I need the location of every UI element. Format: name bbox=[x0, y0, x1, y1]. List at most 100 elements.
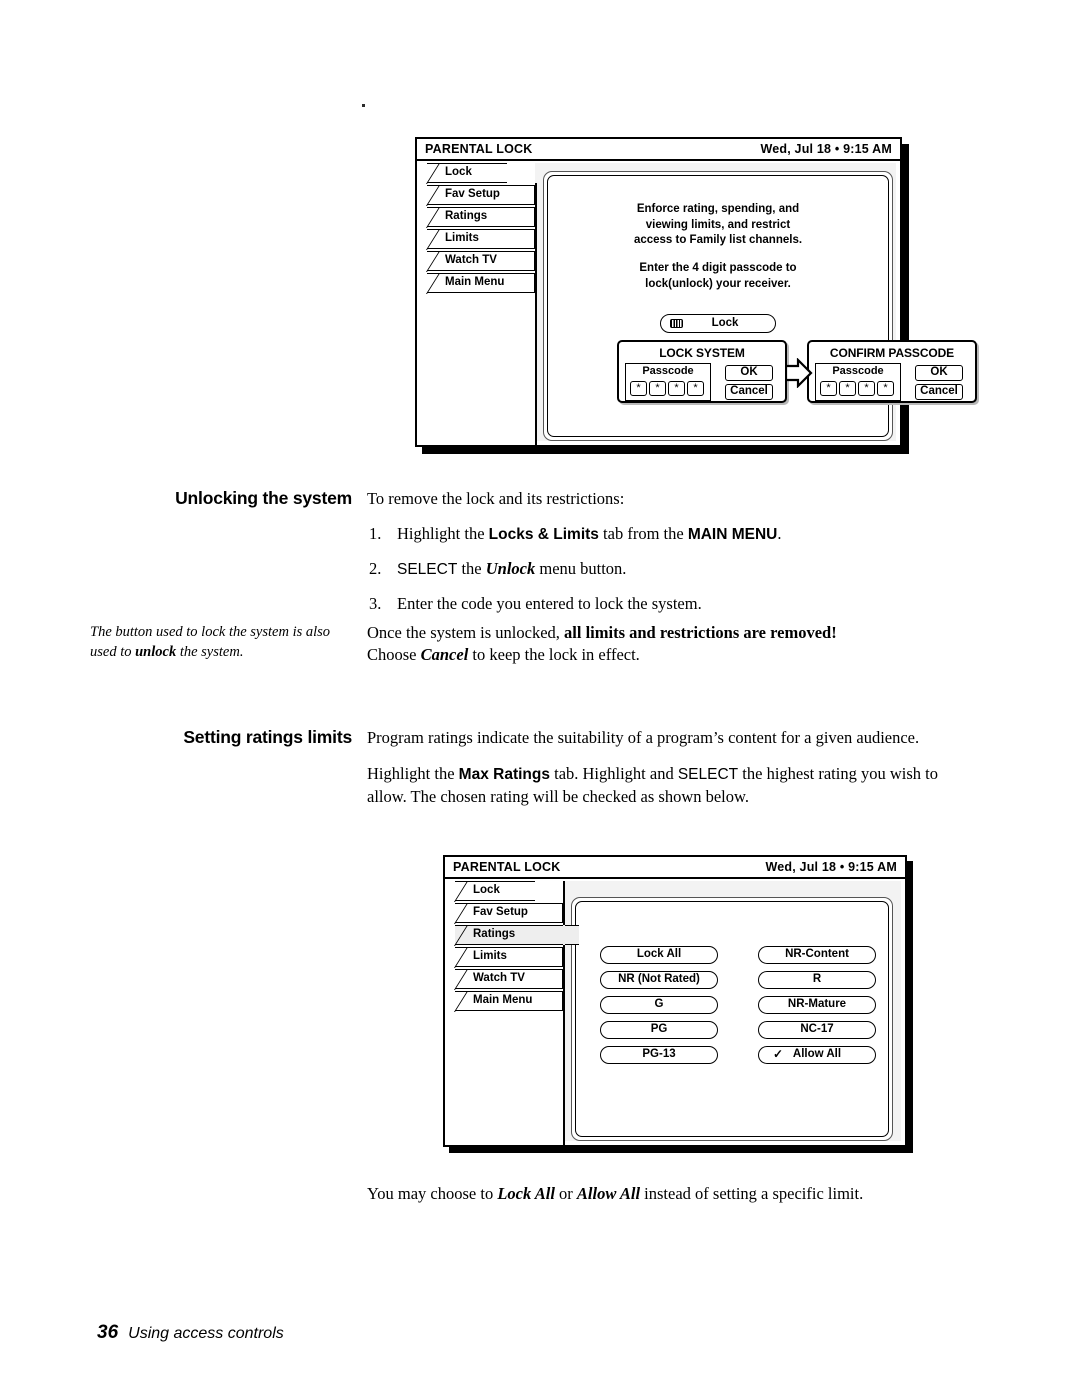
step-text-post: menu button. bbox=[535, 559, 627, 578]
dialog-title: LOCK SYSTEM bbox=[659, 346, 745, 360]
closing-pre: You may choose to bbox=[367, 1184, 498, 1203]
ratings-select-keyword: SELECT bbox=[677, 766, 739, 783]
rating-button-pg-13[interactable]: PG-13 bbox=[600, 1046, 718, 1064]
tv-titlebar: PARENTAL LOCK Wed, Jul 18 • 9:15 AM bbox=[417, 139, 900, 161]
rating-button-nr-mature[interactable]: NR-Mature bbox=[758, 996, 876, 1014]
flow-arrow-icon bbox=[785, 358, 813, 388]
ratings-closing-paragraph: You may choose to Lock All or Allow All … bbox=[367, 1183, 967, 1205]
tab-main-menu[interactable]: Main Menu bbox=[427, 273, 535, 293]
step-number: 3. bbox=[369, 594, 382, 613]
tab-limits[interactable]: Limits bbox=[427, 229, 535, 249]
ok-button[interactable]: OK bbox=[915, 365, 963, 381]
unlock-intro-text: To remove the lock and its restrictions: bbox=[367, 489, 625, 508]
step-text-mid: tab from the bbox=[598, 524, 688, 543]
ratings-row: PG-13 Allow All bbox=[600, 1046, 876, 1064]
tab-lock[interactable]: Lock bbox=[455, 881, 535, 901]
tv-screen-frame: PARENTAL LOCK Wed, Jul 18 • 9:15 AM Lock… bbox=[415, 137, 979, 447]
info-line: access to Family list channels. bbox=[633, 234, 803, 246]
closing-pre: Once the system is unlocked, bbox=[367, 623, 565, 642]
passcode-digit[interactable]: * bbox=[877, 381, 894, 396]
closing-post: instead of setting a specific limit. bbox=[640, 1184, 864, 1203]
step-italic-unlock: Unlock bbox=[485, 559, 536, 578]
ok-button[interactable]: OK bbox=[725, 365, 773, 381]
passcode-group: Passcode * * * * bbox=[815, 363, 901, 401]
closing-line-1: Once the system is unlocked, all limits … bbox=[367, 622, 967, 644]
rating-button-r[interactable]: R bbox=[758, 971, 876, 989]
print-speck bbox=[362, 104, 365, 107]
step-1: 1. Highlight the Locks & Limits tab from… bbox=[367, 523, 967, 546]
passcode-boxes[interactable]: * * * * bbox=[820, 381, 894, 396]
passcode-label: Passcode bbox=[642, 365, 694, 377]
passcode-digit[interactable]: * bbox=[630, 381, 647, 396]
passcode-digit[interactable]: * bbox=[839, 381, 856, 396]
rating-button-nc-17[interactable]: NC-17 bbox=[758, 1021, 876, 1039]
rating-button-nr-content[interactable]: NR-Content bbox=[758, 946, 876, 964]
tab-fav-setup[interactable]: Fav Setup bbox=[427, 185, 535, 205]
ratings-paragraphs: Program ratings indicate the suitability… bbox=[367, 727, 967, 822]
info-line: Enforce rating, spending, and bbox=[636, 203, 800, 215]
tab-limits[interactable]: Limits bbox=[455, 947, 563, 967]
margin-note-line1: The button used to lock the system bbox=[90, 624, 289, 640]
dialog-lock-system[interactable]: LOCK SYSTEM Passcode * * * * OK Cancel bbox=[617, 340, 787, 403]
passcode-digit[interactable]: * bbox=[820, 381, 837, 396]
passcode-boxes[interactable]: * * * * bbox=[630, 381, 704, 396]
info-paragraph-2: Enter the 4 digit passcode to lock(unloc… bbox=[548, 261, 888, 292]
unlock-intro: To remove the lock and its restrictions: bbox=[367, 488, 967, 524]
step-bold-locks-limits: Locks & Limits bbox=[488, 526, 599, 543]
tab-divider-gap bbox=[535, 163, 537, 183]
tab-watch-tv[interactable]: Watch TV bbox=[427, 251, 535, 271]
ratings-row: NR (Not Rated) R bbox=[600, 971, 876, 989]
passcode-digit[interactable]: * bbox=[668, 381, 685, 396]
info-line: viewing limits, and restrict bbox=[645, 218, 791, 231]
heading-setting-ratings-limits: Setting ratings limits bbox=[183, 727, 352, 747]
closing-line-2: Choose Cancel to keep the lock in effect… bbox=[367, 644, 967, 666]
ratings-para2-mid: tab. Highlight and bbox=[549, 764, 678, 783]
tv-datetime: Wed, Jul 18 • 9:15 AM bbox=[765, 860, 897, 874]
tab-label: Lock bbox=[445, 166, 472, 178]
rating-button-pg[interactable]: PG bbox=[600, 1021, 718, 1039]
tab-label: Main Menu bbox=[445, 276, 505, 288]
rating-button-g[interactable]: G bbox=[600, 996, 718, 1014]
passcode-digit[interactable]: * bbox=[649, 381, 666, 396]
tab-lock[interactable]: Lock bbox=[427, 163, 507, 183]
tab-label: Limits bbox=[445, 232, 479, 244]
figure-parental-lock-passcode: PARENTAL LOCK Wed, Jul 18 • 9:15 AM Lock… bbox=[415, 137, 979, 454]
closing-mid: or bbox=[554, 1184, 577, 1203]
passcode-digit[interactable]: * bbox=[687, 381, 704, 396]
passcode-label: Passcode bbox=[832, 365, 884, 377]
tab-ratings[interactable]: Ratings bbox=[455, 925, 579, 945]
tv-content-panel: Lock All NR-Content NR (Not Rated) R G N… bbox=[571, 897, 893, 1141]
step-number: 1. bbox=[369, 524, 382, 543]
ratings-row: G NR-Mature bbox=[600, 996, 876, 1014]
tab-ratings[interactable]: Ratings bbox=[427, 207, 535, 227]
step-3: 3. Enter the code you entered to lock th… bbox=[367, 593, 967, 615]
step-text-pre: Highlight the bbox=[397, 524, 489, 543]
tab-label: Limits bbox=[473, 950, 507, 962]
tv-screen-title: PARENTAL LOCK bbox=[425, 142, 533, 156]
ratings-row: Lock All NR-Content bbox=[600, 946, 876, 964]
closing-bold: all limits and restrictions are removed! bbox=[564, 623, 837, 642]
lock-button-label: Lock bbox=[711, 317, 739, 329]
cancel-button[interactable]: Cancel bbox=[915, 384, 963, 400]
page-number: 36 bbox=[97, 1322, 119, 1343]
dialog-title: CONFIRM PASSCODE bbox=[829, 346, 955, 360]
dialog-confirm-passcode[interactable]: CONFIRM PASSCODE Passcode * * * * OK Can… bbox=[807, 340, 977, 403]
cancel-button[interactable]: Cancel bbox=[725, 384, 773, 400]
passcode-group: Passcode * * * * bbox=[625, 363, 711, 401]
rating-button-allow-all[interactable]: Allow All bbox=[758, 1046, 876, 1064]
tv-screen-frame: PARENTAL LOCK Wed, Jul 18 • 9:15 AM Lock… bbox=[443, 855, 907, 1147]
rating-button-nr-not-rated[interactable]: NR (Not Rated) bbox=[600, 971, 718, 989]
lock-button[interactable]: Lock bbox=[660, 314, 776, 333]
tv-content-panel-inner: Lock All NR-Content NR (Not Rated) R G N… bbox=[575, 901, 889, 1137]
ratings-closing-line: You may choose to Lock All or Allow All … bbox=[367, 1183, 967, 1205]
ratings-row: PG NC-17 bbox=[600, 1021, 876, 1039]
rating-button-lock-all[interactable]: Lock All bbox=[600, 946, 718, 964]
tab-watch-tv[interactable]: Watch TV bbox=[455, 969, 563, 989]
tab-fav-setup[interactable]: Fav Setup bbox=[455, 903, 563, 923]
passcode-digit[interactable]: * bbox=[858, 381, 875, 396]
margin-note-line2-post: the system. bbox=[176, 644, 244, 660]
footer-chapter-title: Using access controls bbox=[128, 1325, 284, 1342]
margin-note-unlock: The button used to lock the system is al… bbox=[90, 622, 352, 662]
tab-main-menu[interactable]: Main Menu bbox=[455, 991, 563, 1011]
figure-parental-lock-ratings: PARENTAL LOCK Wed, Jul 18 • 9:15 AM Lock… bbox=[443, 855, 913, 1153]
